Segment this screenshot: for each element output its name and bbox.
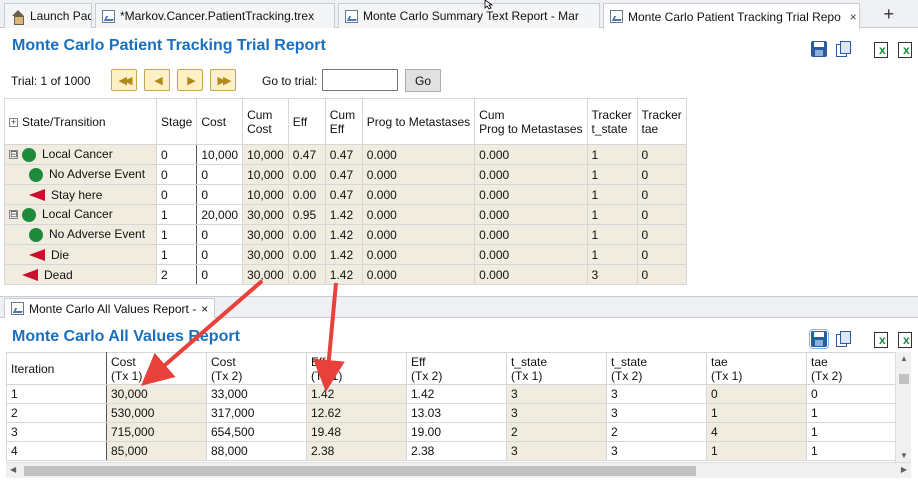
annotation-arrows bbox=[140, 279, 345, 392]
annotation-arrow-cost bbox=[140, 279, 264, 386]
annotation-arrow-eff bbox=[312, 282, 345, 392]
mouse-cursor-icon bbox=[484, 0, 494, 10]
